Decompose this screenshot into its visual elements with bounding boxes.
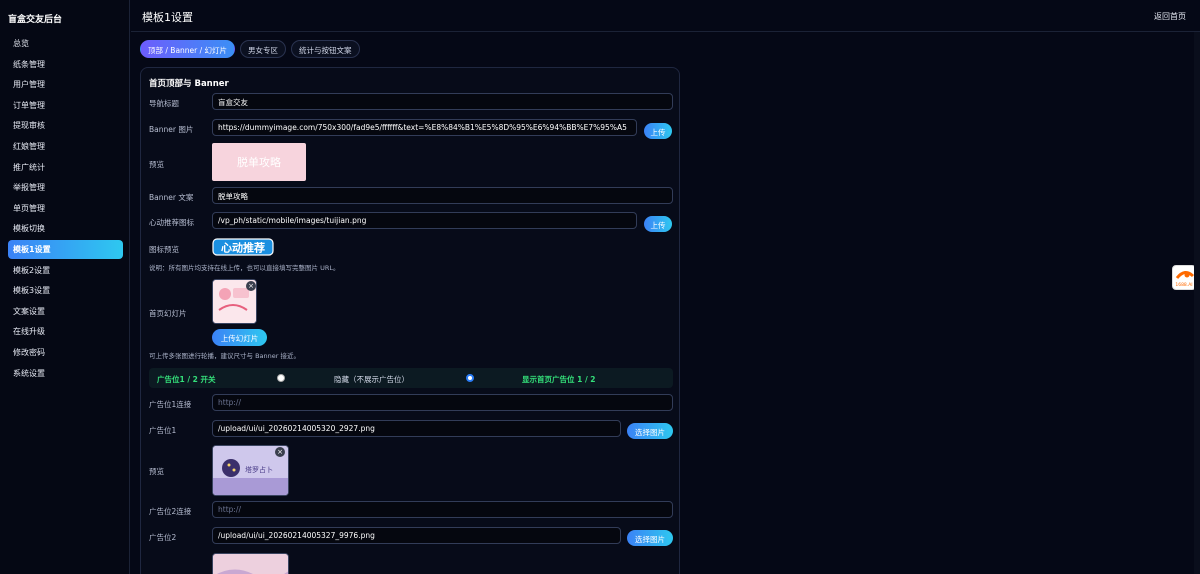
nav-title-input[interactable]: 盲盒交友 (212, 93, 673, 110)
sidebar-item-users[interactable]: 用户管理 (8, 75, 123, 94)
ads-switch-row: 广告位1 / 2 开关 隐藏（不展示广告位） 显示首页广告位 1 / 2 (149, 368, 673, 388)
sidebar-item-template2[interactable]: 模板2设置 (8, 261, 123, 280)
nav-title-label: 导航标题 (149, 99, 179, 108)
ad1-thumb-text: 塔罗占卜 (245, 465, 273, 474)
recommend-icon-label: 心动推荐图标 (149, 218, 194, 227)
ad2-link-input[interactable]: http:// (212, 501, 673, 518)
sidebar-item-matchmakers[interactable]: 红娘管理 (8, 137, 123, 156)
ad2-image-input[interactable]: /upload/ui/ui_20260214005327_9976.png (212, 527, 621, 544)
ad1-remove-icon[interactable]: × (275, 447, 285, 457)
tab-stats-buttons[interactable]: 统计与按钮文案 (291, 40, 360, 58)
sidebar-item-reports[interactable]: 举报管理 (8, 178, 123, 197)
back-home-link[interactable]: 返回首页 (1154, 11, 1186, 22)
sidebar-nav: 总览 纸条管理 用户管理 订单管理 提现审核 红娘管理 推广统计 举报管理 单页… (0, 34, 129, 383)
banner-text-input[interactable]: 脱单攻略 (212, 187, 673, 204)
sidebar-item-pages[interactable]: 单页管理 (8, 199, 123, 218)
ad2-label: 广告位2 (149, 533, 177, 542)
sidebar-item-system[interactable]: 系统设置 (8, 364, 123, 383)
ad2-link-label: 广告位2连接 (149, 507, 192, 516)
sidebar-item-withdrawals[interactable]: 提现审核 (8, 116, 123, 135)
ads-switch-label: 广告位1 / 2 开关 (157, 375, 216, 384)
topbar: 模板1设置 返回首页 (131, 0, 1200, 32)
section-title: 首页顶部与 Banner (149, 79, 229, 89)
tab-bar: 顶部 / Banner / 幻灯片 男女专区 统计与按钮文案 (140, 40, 360, 58)
brand-title: 盲盒交友后台 (8, 15, 63, 25)
sidebar-item-overview[interactable]: 总览 (8, 34, 123, 53)
ad2-thumbnail (212, 553, 289, 574)
tab-gender-zone[interactable]: 男女专区 (240, 40, 287, 58)
page-scrollbar[interactable] (1194, 32, 1200, 574)
slides-label: 首页幻灯片 (149, 309, 187, 318)
banner-upload-button[interactable]: 上传 (644, 123, 672, 139)
ali-assistant-widget[interactable]: 1688.AI (1172, 265, 1196, 290)
upload-note: 说明：所有图片均支持在线上传，也可以直接填写完整图片 URL。 (149, 264, 340, 272)
ad2-choose-button[interactable]: 选择图片 (627, 530, 673, 546)
sidebar-item-template-switch[interactable]: 模板切换 (8, 219, 123, 238)
banner-preview-label: 预览 (149, 160, 164, 169)
slides-note: 可上传多张图进行轮播，建议尺寸与 Banner 接近。 (149, 352, 300, 360)
ads-show-option-label[interactable]: 显示首页广告位 1 / 2 (522, 374, 596, 385)
ad1-choose-button[interactable]: 选择图片 (627, 423, 673, 439)
ad1-link-label: 广告位1连接 (149, 400, 192, 409)
ad1-image-input[interactable]: /upload/ui/ui_20260214005320_2927.png (212, 420, 621, 437)
sidebar-item-upgrade[interactable]: 在线升级 (8, 322, 123, 341)
upload-slides-button[interactable]: 上传幻灯片 (212, 329, 267, 346)
banner-preview-image: 脱单攻略 (212, 143, 306, 181)
sidebar-item-template1[interactable]: 模板1设置 (8, 239, 123, 259)
settings-card: 首页顶部与 Banner 导航标题 盲盒交友 Banner 图片 https:/… (140, 67, 680, 574)
ad1-link-input[interactable]: http:// (212, 394, 673, 411)
icon-upload-button[interactable]: 上传 (644, 216, 672, 232)
recommend-icon-input[interactable]: /vp_ph/static/mobile/images/tuijian.png (212, 212, 637, 229)
sidebar-item-template3[interactable]: 模板3设置 (8, 281, 123, 300)
ads-hide-option-label[interactable]: 隐藏（不展示广告位） (334, 374, 409, 385)
banner-image-label: Banner 图片 (149, 125, 194, 134)
recommend-icon-preview: 心动推荐 (212, 237, 274, 257)
slide-remove-icon[interactable]: × (246, 281, 256, 291)
banner-text-label: Banner 文案 (149, 193, 194, 202)
banner-image-input[interactable]: https://dummyimage.com/750x300/fad9e5/ff… (212, 119, 637, 136)
sidebar-item-password[interactable]: 修改密码 (8, 343, 123, 362)
ad1-preview-label: 预览 (149, 467, 164, 476)
ads-show-radio[interactable] (466, 374, 474, 382)
ads-hide-radio[interactable] (277, 374, 285, 382)
page-title: 模板1设置 (142, 11, 193, 24)
sidebar-item-notes[interactable]: 纸条管理 (8, 55, 123, 74)
sidebar: 盲盒交友后台 总览 纸条管理 用户管理 订单管理 提现审核 红娘管理 推广统计 … (0, 0, 130, 574)
ali-widget-label: 1688.AI (1175, 283, 1193, 288)
tab-top-banner-slides[interactable]: 顶部 / Banner / 幻灯片 (140, 40, 236, 58)
icon-preview-text: 心动推荐 (221, 241, 265, 255)
icon-preview-label: 图标预览 (149, 245, 179, 254)
sidebar-item-orders[interactable]: 订单管理 (8, 96, 123, 115)
sidebar-item-copywriting[interactable]: 文案设置 (8, 302, 123, 321)
ad1-label: 广告位1 (149, 426, 177, 435)
sidebar-item-promotion[interactable]: 推广统计 (8, 158, 123, 177)
